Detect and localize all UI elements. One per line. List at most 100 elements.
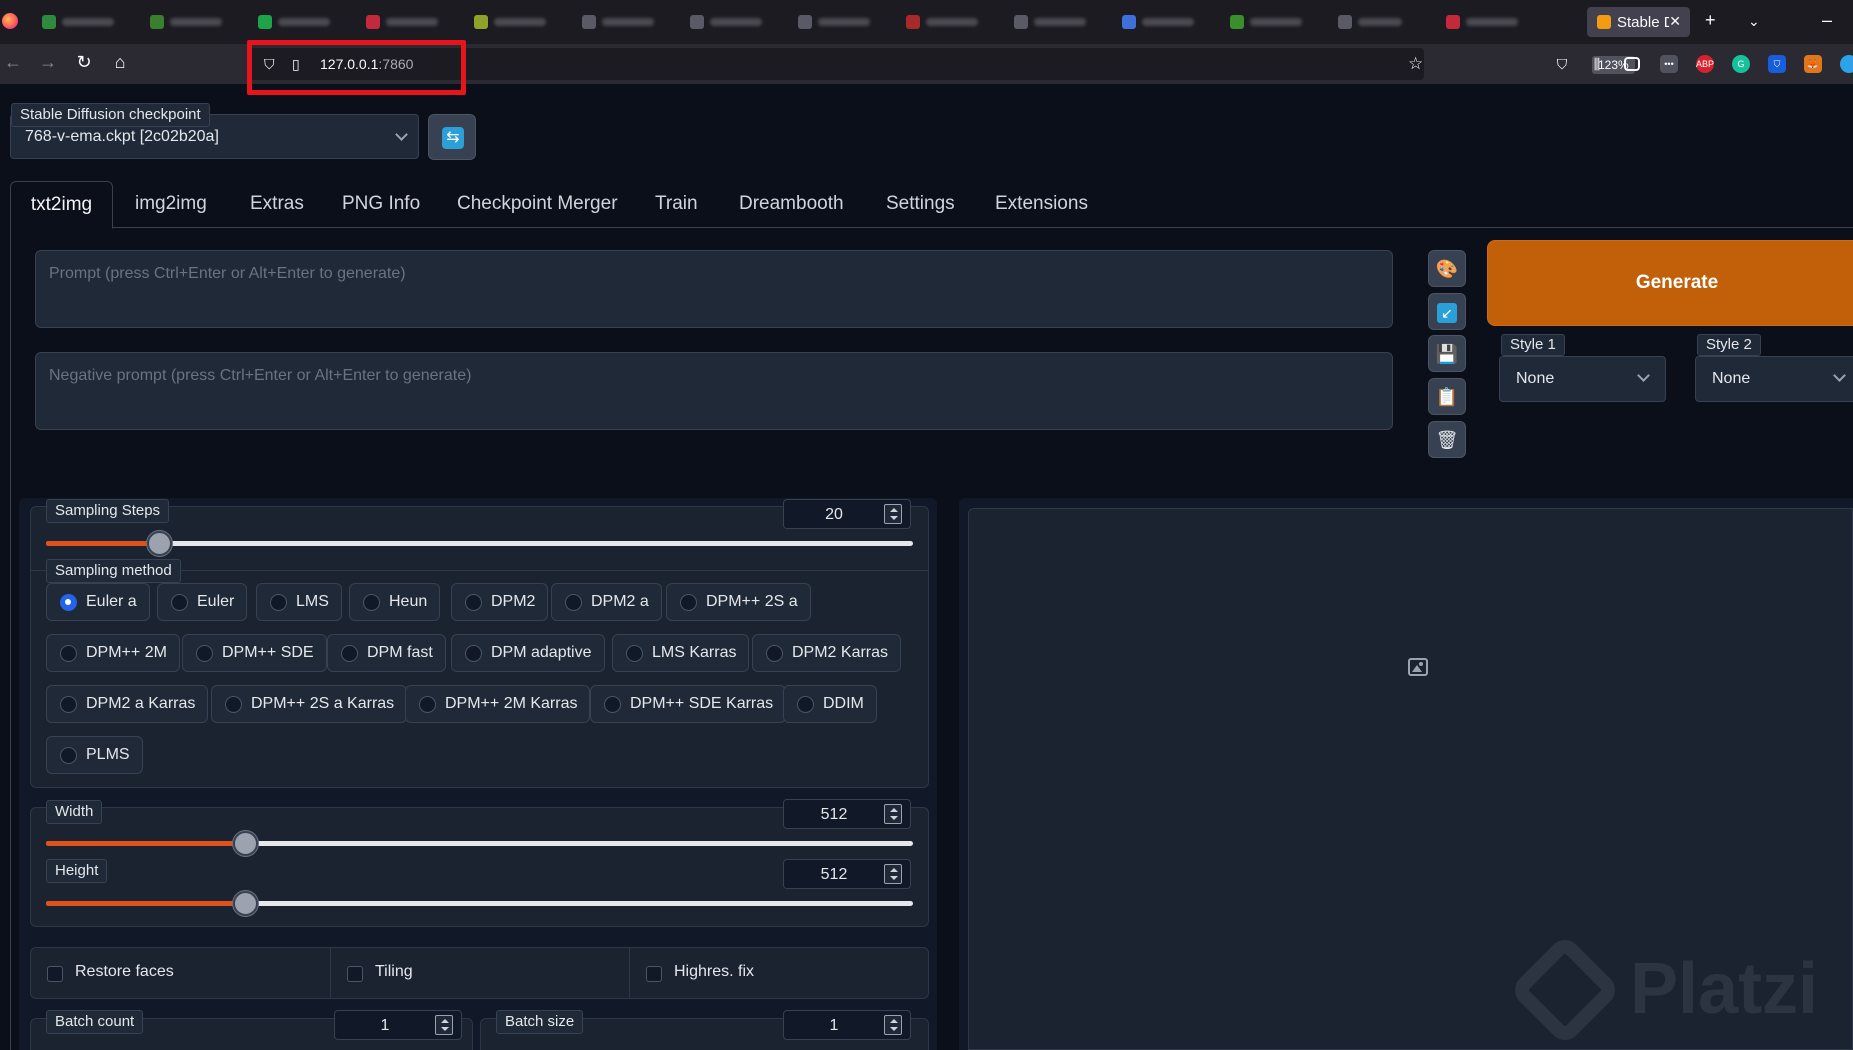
sampler-option[interactable]: DPM fast bbox=[327, 634, 446, 672]
sampler-option[interactable]: DPM++ SDE bbox=[182, 634, 327, 672]
sampler-option[interactable]: DDIM bbox=[783, 685, 877, 723]
url-highlight-annotation bbox=[247, 40, 466, 95]
sampler-option[interactable]: Euler a bbox=[46, 583, 150, 621]
sampling-steps-input[interactable]: 20 bbox=[783, 499, 911, 529]
stepper-icon[interactable] bbox=[884, 1015, 902, 1035]
sampler-option[interactable]: DPM++ SDE Karras bbox=[590, 685, 787, 723]
stepper-icon[interactable] bbox=[435, 1015, 453, 1035]
floppy-icon: 💾 bbox=[1435, 344, 1459, 364]
sampler-option[interactable]: DPM2 Karras bbox=[752, 634, 902, 672]
sampler-option[interactable]: DPM++ 2M Karras bbox=[405, 685, 591, 723]
bookmark-star-icon[interactable]: ☆ bbox=[1408, 54, 1423, 74]
prompt-input[interactable]: Prompt (press Ctrl+Enter or Alt+Enter to… bbox=[35, 250, 1393, 328]
palette-button[interactable]: 🎨 bbox=[1428, 250, 1466, 287]
width-input[interactable]: 512 bbox=[783, 799, 911, 829]
grammarly-icon[interactable]: G bbox=[1732, 55, 1750, 73]
chevron-down-icon bbox=[395, 128, 408, 141]
generate-button[interactable]: Generate bbox=[1487, 240, 1853, 326]
batch-size-input[interactable]: 1 bbox=[783, 1010, 911, 1040]
browser-tab[interactable] bbox=[572, 7, 670, 37]
minimize-icon[interactable]: – bbox=[1822, 10, 1832, 31]
sampler-option[interactable]: LMS bbox=[256, 583, 342, 621]
extension-icon[interactable] bbox=[1840, 55, 1853, 73]
batch-count-label: Batch count bbox=[46, 1010, 144, 1034]
restore-faces-checkbox[interactable]: Restore faces bbox=[31, 948, 331, 998]
sampler-option[interactable]: Euler bbox=[157, 583, 248, 621]
sampling-steps-slider[interactable] bbox=[46, 531, 913, 556]
browser-tab[interactable] bbox=[1004, 7, 1102, 37]
tiling-checkbox[interactable]: Tiling bbox=[331, 948, 630, 998]
sampler-option[interactable]: DPM2 bbox=[451, 583, 549, 621]
browser-tab-active[interactable]: Stable D ✕ bbox=[1587, 7, 1690, 37]
browser-tab[interactable] bbox=[1436, 7, 1534, 37]
extension-dots-icon[interactable]: ••• bbox=[1660, 55, 1678, 73]
sampler-option[interactable]: DPM2 a bbox=[551, 583, 662, 621]
browser-tab[interactable] bbox=[464, 7, 562, 37]
height-input[interactable]: 512 bbox=[783, 859, 911, 889]
stepper-icon[interactable] bbox=[884, 504, 902, 524]
style-1-label: Style 1 bbox=[1501, 334, 1565, 356]
browser-tab[interactable] bbox=[680, 7, 778, 37]
sampler-option[interactable]: LMS Karras bbox=[612, 634, 750, 672]
browser-tab[interactable] bbox=[248, 7, 346, 37]
slider-fill bbox=[46, 841, 246, 846]
adblock-icon[interactable]: ABP bbox=[1696, 55, 1714, 73]
browser-tab[interactable] bbox=[788, 7, 886, 37]
close-tab-icon[interactable]: ✕ bbox=[1669, 13, 1681, 30]
style-2-value: None bbox=[1712, 370, 1751, 387]
tab-checkpoint-merger[interactable]: Checkpoint Merger bbox=[457, 181, 618, 228]
back-icon[interactable]: ← bbox=[1, 52, 25, 73]
sampler-option[interactable]: DPM++ 2S a Karras bbox=[211, 685, 408, 723]
browser-tab[interactable] bbox=[1112, 7, 1210, 37]
reload-icon[interactable]: ↻ bbox=[72, 52, 96, 73]
batch-count-input[interactable]: 1 bbox=[334, 1010, 462, 1040]
refresh-checkpoint-button[interactable]: ⇆ bbox=[428, 114, 476, 160]
platzi-logo-icon bbox=[1508, 933, 1622, 1047]
library-icon[interactable]: ⫼ bbox=[1588, 55, 1606, 73]
height-slider[interactable] bbox=[46, 891, 913, 916]
tab-txt2img[interactable]: txt2img bbox=[10, 181, 113, 229]
highres-fix-checkbox[interactable]: Highres. fix bbox=[630, 948, 928, 998]
browser-tab[interactable] bbox=[1220, 7, 1318, 37]
browser-tab[interactable] bbox=[356, 7, 454, 37]
forward-icon[interactable]: → bbox=[36, 52, 60, 73]
sampler-option[interactable]: PLMS bbox=[46, 736, 143, 774]
sampler-option[interactable]: DPM++ 2S a bbox=[666, 583, 811, 621]
new-tab-icon[interactable]: + bbox=[1705, 10, 1716, 31]
tab-train[interactable]: Train bbox=[655, 181, 698, 228]
tab-dreambooth[interactable]: Dreambooth bbox=[739, 181, 844, 228]
trash-button[interactable]: 🗑 bbox=[1428, 421, 1466, 458]
browser-tab[interactable] bbox=[32, 7, 130, 37]
tab-extras[interactable]: Extras bbox=[250, 181, 304, 228]
browser-tab[interactable] bbox=[896, 7, 994, 37]
sampler-option[interactable]: DPM2 a Karras bbox=[46, 685, 209, 723]
tab-settings[interactable]: Settings bbox=[886, 181, 955, 228]
style-2-select[interactable]: None bbox=[1695, 356, 1853, 402]
apply-arrow-button[interactable]: ↙ bbox=[1428, 293, 1466, 330]
prompt-placeholder: Prompt (press Ctrl+Enter or Alt+Enter to… bbox=[49, 265, 406, 282]
browser-tab[interactable] bbox=[1328, 7, 1418, 37]
metamask-icon[interactable]: 🦊 bbox=[1804, 55, 1822, 73]
chevron-down-icon bbox=[1637, 369, 1650, 382]
sampler-option[interactable]: Heun bbox=[349, 583, 441, 621]
chevron-down-icon[interactable]: ⌄ bbox=[1748, 13, 1760, 30]
style-1-select[interactable]: None bbox=[1499, 356, 1666, 402]
tab-png-info[interactable]: PNG Info bbox=[342, 181, 420, 228]
tab-extensions[interactable]: Extensions bbox=[995, 181, 1088, 228]
sampler-option[interactable]: DPM adaptive bbox=[451, 634, 605, 672]
bitwarden-icon[interactable]: ⛉ bbox=[1768, 55, 1786, 73]
pocket-icon[interactable]: ⛉ bbox=[1553, 55, 1571, 73]
width-slider[interactable] bbox=[46, 831, 913, 856]
browser-tab[interactable] bbox=[140, 7, 238, 37]
stepper-icon[interactable] bbox=[884, 804, 902, 824]
home-icon[interactable]: ⌂ bbox=[108, 52, 132, 73]
slider-thumb[interactable] bbox=[146, 531, 172, 556]
firefox-icon bbox=[2, 13, 18, 29]
stepper-icon[interactable] bbox=[884, 864, 902, 884]
clipboard-button[interactable]: 📋 bbox=[1428, 378, 1466, 415]
sidebar-icon[interactable] bbox=[1624, 57, 1640, 71]
tab-img2img[interactable]: img2img bbox=[135, 181, 207, 228]
negative-prompt-input[interactable]: Negative prompt (press Ctrl+Enter or Alt… bbox=[35, 352, 1393, 430]
sampler-option[interactable]: DPM++ 2M bbox=[46, 634, 180, 672]
save-style-button[interactable]: 💾 bbox=[1428, 335, 1466, 372]
